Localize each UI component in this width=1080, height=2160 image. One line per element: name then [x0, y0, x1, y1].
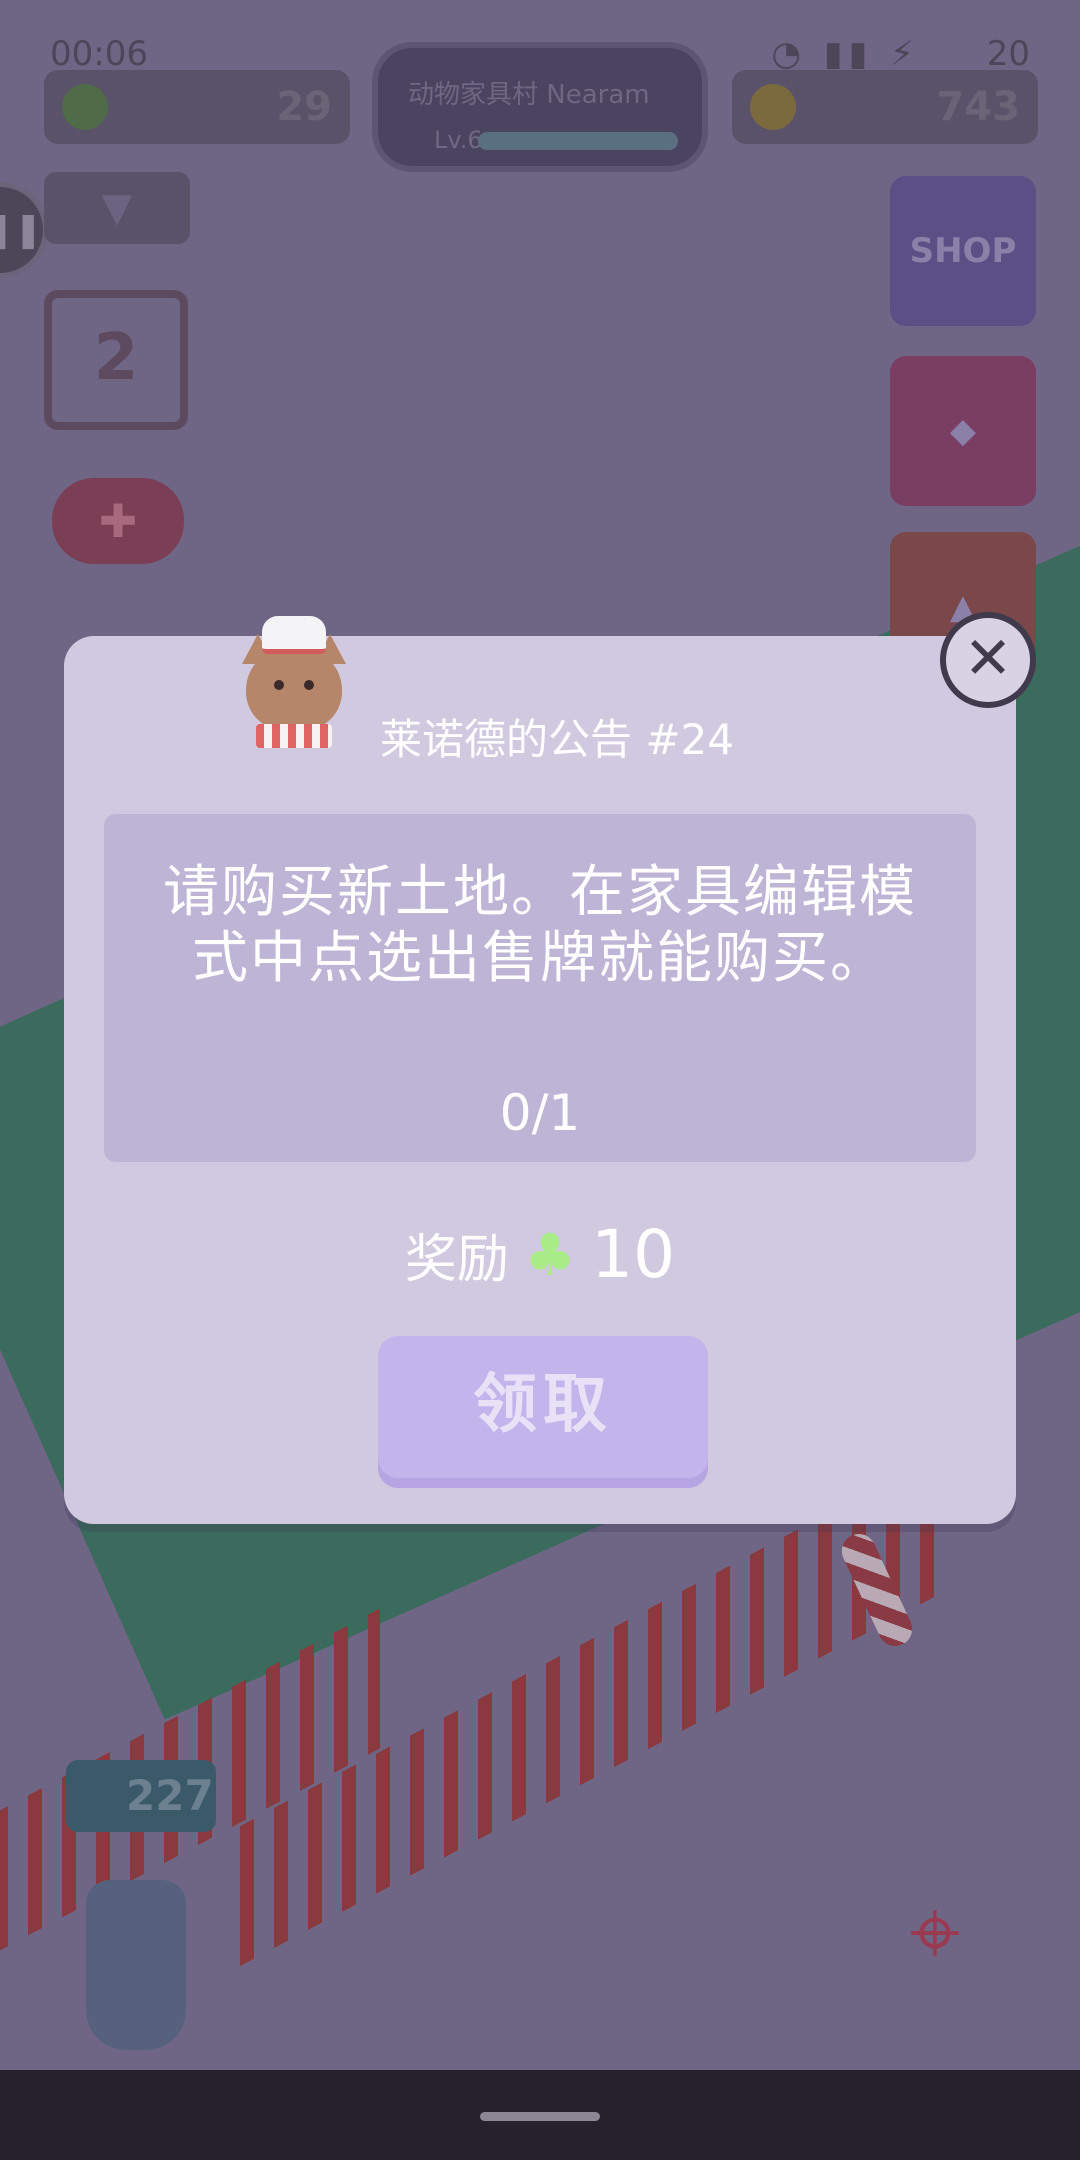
- home-gesture-handle[interactable]: [480, 2112, 600, 2121]
- level-label: Lv.6: [434, 126, 483, 154]
- shop-button[interactable]: SHOP: [890, 176, 1036, 326]
- coin-counter[interactable]: 743: [732, 70, 1038, 144]
- close-icon[interactable]: ✕: [940, 612, 1036, 708]
- jar-icon[interactable]: [86, 1880, 186, 2050]
- coin-icon: [750, 84, 796, 130]
- status-signal-icons: ◔ ▮▮ ⚡: [771, 34, 920, 74]
- clover-counter[interactable]: 29: [44, 70, 350, 144]
- dialog-title: 莱诺德的公告 #24: [380, 715, 734, 764]
- reward-row: 奖励 ♣ 10: [64, 1216, 1016, 1293]
- cat-chef-avatar: [234, 616, 354, 748]
- calendar-icon[interactable]: 2: [44, 290, 188, 430]
- clover-icon: [62, 84, 108, 130]
- coin-badge[interactable]: 227: [66, 1760, 216, 1832]
- shop-label: SHOP: [909, 231, 1017, 271]
- level-progress-bar: [478, 132, 678, 150]
- task-progress: 0/1: [499, 1084, 581, 1142]
- navigation-bar: [0, 2070, 1080, 2160]
- treasure-chest-button[interactable]: ◆: [890, 356, 1036, 506]
- reward-label: 奖励: [404, 1230, 509, 1290]
- calendar-day: 2: [93, 321, 139, 395]
- map-icon[interactable]: ⌖: [850, 1880, 1020, 2040]
- coin-badge-count: 227: [126, 1771, 214, 1820]
- status-time: 00:06: [50, 34, 148, 74]
- level-plate[interactable]: 动物家具村 Nearam Lv.6: [372, 42, 708, 172]
- clover-count: 29: [276, 84, 332, 130]
- task-description: 请购买新土地。在家具编辑模式中点选出售牌就能购买。: [163, 860, 917, 991]
- task-box: 请购买新土地。在家具编辑模式中点选出售牌就能购买。 0/1: [104, 814, 976, 1162]
- coin-count: 743: [936, 84, 1021, 130]
- gamepad-icon[interactable]: ✚: [52, 478, 184, 564]
- level-name: 动物家具村 Nearam: [408, 80, 650, 110]
- dropdown-button[interactable]: ▼: [44, 172, 190, 244]
- chef-hat-icon: [262, 616, 326, 654]
- pause-button[interactable]: ❚❚: [0, 182, 48, 278]
- announcement-dialog: 莱诺德的公告 #24 请购买新土地。在家具编辑模式中点选出售牌就能购买。 0/1…: [64, 616, 1016, 1524]
- claim-button[interactable]: 领取: [378, 1336, 708, 1488]
- status-battery: 20: [986, 34, 1030, 74]
- clover-icon: ♣: [524, 1220, 577, 1289]
- reward-amount: 10: [591, 1216, 676, 1293]
